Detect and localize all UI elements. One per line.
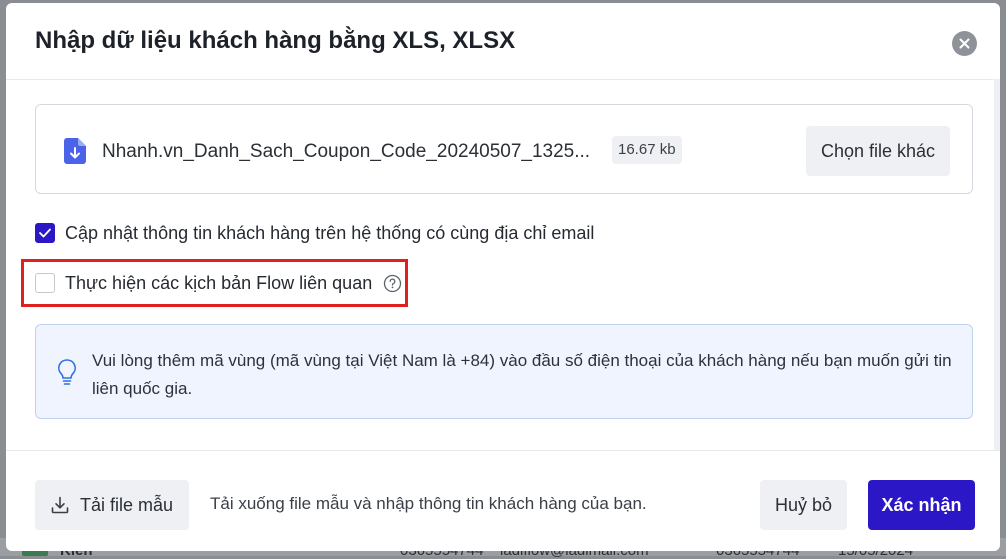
- close-button[interactable]: [952, 31, 977, 56]
- file-name: Nhanh.vn_Danh_Sach_Coupon_Code_20240507_…: [102, 141, 591, 162]
- download-icon: [51, 496, 69, 514]
- file-download-icon: [64, 138, 86, 164]
- close-icon: [959, 38, 970, 49]
- update-existing-checkbox[interactable]: [35, 223, 55, 243]
- info-notice: Vui lòng thêm mã vùng (mã vùng tại Việt …: [35, 324, 973, 419]
- file-size-badge: 16.67 kb: [612, 136, 682, 164]
- confirm-button[interactable]: Xác nhận: [868, 480, 975, 530]
- download-template-label: Tải file mẫu: [79, 494, 174, 515]
- info-text: Vui lòng thêm mã vùng (mã vùng tại Việt …: [92, 351, 952, 398]
- selected-file-card: Nhanh.vn_Danh_Sach_Coupon_Code_20240507_…: [35, 104, 973, 194]
- choose-another-file-button[interactable]: Chọn file khác: [806, 126, 950, 176]
- modal-header: Nhập dữ liệu khách hàng bằng XLS, XLSX: [6, 3, 1000, 80]
- modal-footer: Tải file mẫu Tải xuống file mẫu và nhập …: [6, 450, 1000, 551]
- checkmark-icon: [39, 228, 51, 238]
- highlight-annotation-box: [21, 259, 408, 307]
- update-existing-customers-option[interactable]: Cập nhật thông tin khách hàng trên hệ th…: [35, 221, 594, 245]
- scrollbar-track[interactable]: [994, 79, 1000, 451]
- update-existing-label: Cập nhật thông tin khách hàng trên hệ th…: [65, 222, 595, 243]
- download-template-button[interactable]: Tải file mẫu: [35, 480, 189, 530]
- lightbulb-icon: [58, 359, 76, 385]
- cancel-button[interactable]: Huỷ bỏ: [760, 480, 847, 530]
- modal-title: Nhập dữ liệu khách hàng bằng XLS, XLSX: [35, 27, 516, 54]
- template-description: Tải xuống file mẫu và nhập thông tin khá…: [210, 494, 647, 513]
- import-customers-modal: Nhập dữ liệu khách hàng bằng XLS, XLSX N…: [6, 3, 1000, 551]
